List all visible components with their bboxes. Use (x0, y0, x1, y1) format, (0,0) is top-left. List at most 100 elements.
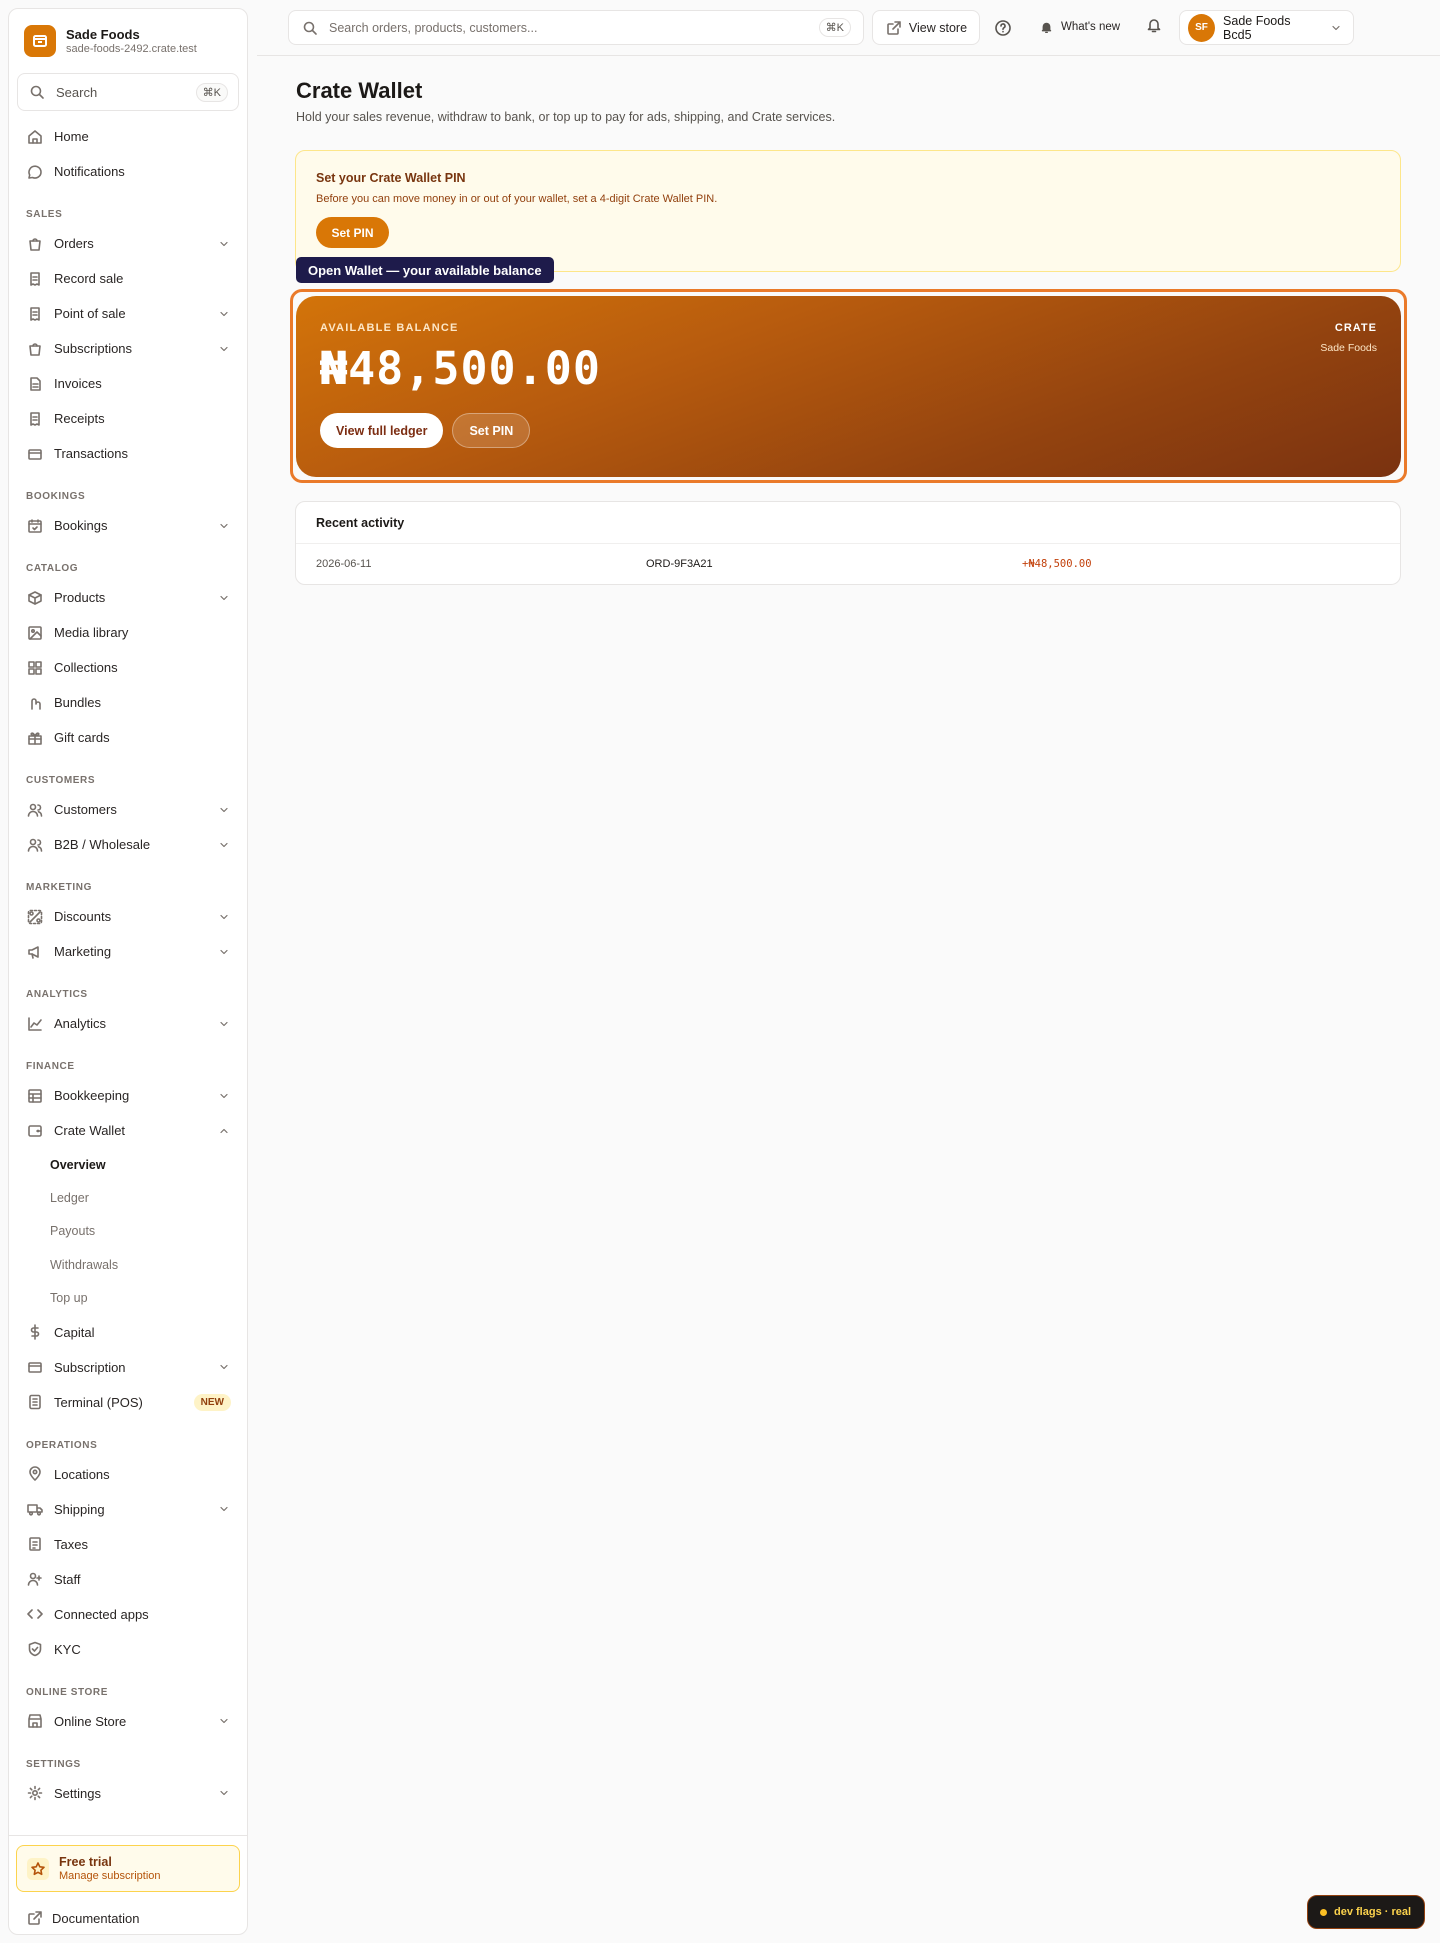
sidebar-item-b2b-wholesale[interactable]: B2B / Wholesale (9, 827, 247, 862)
search-icon (301, 19, 319, 37)
sidebar-item-subscriptions[interactable]: Subscriptions (9, 331, 247, 366)
dollar-icon (26, 1323, 44, 1341)
account-menu[interactable]: SF Sade Foods Bcd5 (1179, 10, 1354, 45)
sidebar-item-point-of-sale[interactable]: Point of sale (9, 296, 247, 331)
chevron-down-icon (217, 307, 231, 321)
sidebar-item-collections[interactable]: Collections (9, 650, 247, 685)
sidebar-item-orders[interactable]: Orders (9, 226, 247, 261)
brand[interactable]: Sade Foods sade-foods-2492.crate.test (9, 9, 247, 57)
sidebar-item-customers[interactable]: Customers (9, 792, 247, 827)
chevron-up-icon (217, 1124, 231, 1138)
sidebar-item-bundles[interactable]: Bundles (9, 685, 247, 720)
pin-banner: Set your Crate Wallet PIN Before you can… (295, 150, 1401, 272)
chevron-down-icon (217, 1714, 231, 1728)
card-brand: CRATE (1334, 322, 1377, 334)
sidebar-item-home[interactable]: Home (9, 119, 247, 154)
card-icon (26, 445, 44, 463)
sidebar-item-analytics[interactable]: Analytics (9, 1006, 247, 1041)
wallet-subitem-ledger[interactable]: Ledger (9, 1181, 247, 1214)
sidebar-item-label: Staff (54, 1571, 81, 1587)
sidebar-item-invoices[interactable]: Invoices (9, 366, 247, 401)
sidebar-item-notifications[interactable]: Notifications (9, 154, 247, 189)
wallet-subitem-overview[interactable]: Overview (9, 1148, 247, 1181)
sidebar-item-shipping[interactable]: Shipping (9, 1492, 247, 1527)
store-logo-icon (24, 25, 56, 57)
sidebar-item-crate-wallet[interactable]: Crate Wallet (9, 1113, 247, 1148)
sidebar-search-label: Search (56, 84, 98, 100)
dev-flags-badge[interactable]: dev flags · real (1307, 1895, 1425, 1929)
sidebar-item-connected-apps[interactable]: Connected apps (9, 1597, 247, 1632)
sidebar-item-marketing[interactable]: Marketing (9, 934, 247, 969)
sidebar-item-label: Bookings (54, 518, 108, 533)
sidebar-item-label: Bookkeeping (54, 1088, 130, 1103)
sidebar-item-terminal-pos[interactable]: Terminal (POS) NEW (9, 1385, 247, 1420)
global-search-input[interactable]: Search orders, products, customers... ⌘K (288, 10, 864, 45)
sidebar-item-online-store[interactable]: Online Store (9, 1704, 247, 1739)
sidebar-item-label: Bundles (54, 695, 101, 710)
sidebar-item-label: Notifications (54, 164, 125, 179)
sidebar-item-discounts[interactable]: Discounts (9, 899, 247, 934)
search-placeholder: Search orders, products, customers... (329, 20, 538, 35)
sidebar-item-capital[interactable]: Capital (9, 1315, 247, 1350)
activity-date: 2026-06-11 (316, 558, 372, 570)
sidebar-item-media-library[interactable]: Media library (9, 615, 247, 650)
sidebar-item-products[interactable]: Products (9, 580, 247, 615)
sidebar-search[interactable]: Search ⌘K (17, 73, 239, 111)
view-ledger-button[interactable]: View full ledger (320, 413, 444, 448)
card-set-pin-button[interactable]: Set PIN (452, 413, 531, 448)
chevron-down-icon (217, 237, 231, 251)
chevron-down-icon (217, 342, 231, 356)
sidebar-item-settings[interactable]: Settings (9, 1776, 247, 1811)
help-icon[interactable] (992, 17, 1014, 39)
shortcut-hint: ⌘K (818, 18, 851, 37)
chevron-down-icon (217, 945, 231, 959)
sidebar-item-record-sale[interactable]: Record sale (9, 261, 247, 296)
sidebar-item-label: Receipts (54, 411, 105, 426)
sidebar: Sade Foods sade-foods-2492.crate.test Se… (8, 8, 248, 1935)
account-name: Sade Foods Bcd5 (1223, 13, 1291, 42)
recent-activity: Recent activity 2026-06-11 ORD-9F3A21 +₦… (295, 501, 1401, 585)
sidebar-item-bookings[interactable]: Bookings (9, 508, 247, 543)
sidebar-item-label: Home (54, 129, 89, 144)
nav-section-customers: CUSTOMERS (26, 775, 96, 786)
sidebar-item-label: Collections (54, 660, 118, 675)
sidebar-item-staff[interactable]: Staff (9, 1562, 247, 1597)
view-store-button[interactable]: View store (872, 10, 980, 45)
sidebar-item-transactions[interactable]: Transactions (9, 436, 247, 471)
sidebar-item-taxes[interactable]: Taxes (9, 1527, 247, 1562)
wallet-subitem-top-up[interactable]: Top up (9, 1282, 247, 1315)
grid-icon (26, 659, 44, 677)
bundle-icon (26, 694, 44, 712)
pin-banner-title: Set your Crate Wallet PIN (316, 171, 466, 185)
sidebar-item-kyc[interactable]: KYC (9, 1632, 247, 1667)
receipt-icon (26, 270, 44, 288)
free-trial-card[interactable]: Free trial Manage subscription (16, 1845, 240, 1892)
sidebar-item-gift-cards[interactable]: Gift cards (9, 720, 247, 755)
manage-subscription-link[interactable]: Manage subscription (59, 1870, 161, 1883)
wallet-subitem-payouts[interactable]: Payouts (9, 1215, 247, 1248)
avatar: SF (1188, 13, 1216, 42)
table-row[interactable]: 2026-06-11 ORD-9F3A21 +₦48,500.00 (296, 544, 1400, 585)
activity-amount: +₦48,500.00 (1022, 558, 1092, 570)
sidebar-item-bookkeeping[interactable]: Bookkeeping (9, 1078, 247, 1113)
sidebar-item-label: Invoices (54, 376, 102, 391)
pin-banner-description: Before you can move money in or out of y… (316, 193, 718, 205)
nav-section-settings: SETTINGS (26, 1758, 81, 1770)
sidebar-item-locations[interactable]: Locations (9, 1457, 247, 1492)
discount-icon (26, 908, 44, 926)
wallet-subitem-withdrawals[interactable]: Withdrawals (9, 1248, 247, 1281)
sidebar-divider (9, 1835, 247, 1836)
sidebar-item-subscription[interactable]: Subscription (9, 1350, 247, 1385)
tax-icon (26, 1535, 44, 1553)
box-icon (26, 589, 44, 607)
set-pin-button[interactable]: Set PIN (316, 217, 389, 248)
chevron-down-icon (217, 803, 231, 817)
sidebar-item-label: Marketing (54, 944, 112, 959)
whats-new-button[interactable]: What's new (1037, 18, 1120, 36)
receipt-icon (26, 305, 44, 323)
documentation-label: Documentation (52, 1910, 140, 1926)
sidebar-item-receipts[interactable]: Receipts (9, 401, 247, 436)
documentation-link[interactable]: Documentation (26, 1909, 139, 1927)
notifications-bell-icon[interactable] (1145, 16, 1163, 34)
receipt-icon (26, 410, 44, 428)
